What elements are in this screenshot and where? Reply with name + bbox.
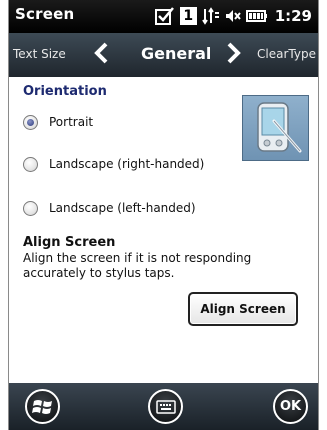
chevron-left-icon[interactable] (93, 42, 109, 68)
device-screen: Screen 1 1:29 Text Size General ClearTyp… (8, 0, 319, 430)
tab-nav: Text Size General ClearType (9, 33, 318, 77)
align-screen-heading: Align Screen (23, 235, 116, 250)
status-bar: Screen 1 1:29 (9, 0, 318, 33)
status-icons: 1 1:29 (154, 4, 312, 28)
radio-label[interactable]: Landscape (right-handed) (49, 157, 204, 171)
radio-landscape-left[interactable]: Landscape (left-handed) (23, 197, 196, 219)
align-screen-button[interactable]: Align Screen (188, 292, 298, 326)
radio-portrait[interactable]: Portrait (23, 111, 93, 133)
ok-label[interactable]: OK (280, 399, 301, 414)
align-screen-description: Align the screen if it is not responding… (23, 251, 252, 280)
tab-general[interactable]: General (141, 44, 211, 63)
bottom-bar: OK (9, 383, 318, 430)
start-button[interactable] (25, 389, 60, 424)
status-title: Screen (15, 5, 75, 23)
badge-1-icon[interactable]: 1 (179, 7, 197, 25)
radio-label[interactable]: Portrait (49, 115, 93, 129)
speaker-icon[interactable] (225, 7, 241, 25)
orientation-heading: Orientation (23, 84, 107, 99)
pda-stylus-icon (257, 102, 302, 153)
tab-text-size[interactable]: Text Size (13, 47, 66, 61)
radio-button[interactable] (23, 114, 38, 130)
radio-landscape-right[interactable]: Landscape (right-handed) (23, 153, 204, 175)
battery-icon[interactable] (245, 8, 268, 24)
tab-cleartype[interactable]: ClearType (257, 47, 316, 61)
chevron-right-icon[interactable] (226, 42, 242, 68)
connectivity-icon[interactable] (201, 7, 220, 25)
radio-button[interactable] (23, 156, 38, 172)
windows-logo-icon (31, 399, 52, 414)
keyboard-icon (155, 399, 176, 414)
device-orientation-image (242, 95, 309, 161)
radio-label[interactable]: Landscape (left-handed) (49, 201, 196, 215)
checkbox-icon[interactable] (154, 7, 175, 25)
radio-button[interactable] (23, 200, 38, 216)
ok-button[interactable]: OK (273, 389, 308, 424)
status-time[interactable]: 1:29 (275, 7, 312, 25)
keyboard-button[interactable] (148, 389, 183, 424)
